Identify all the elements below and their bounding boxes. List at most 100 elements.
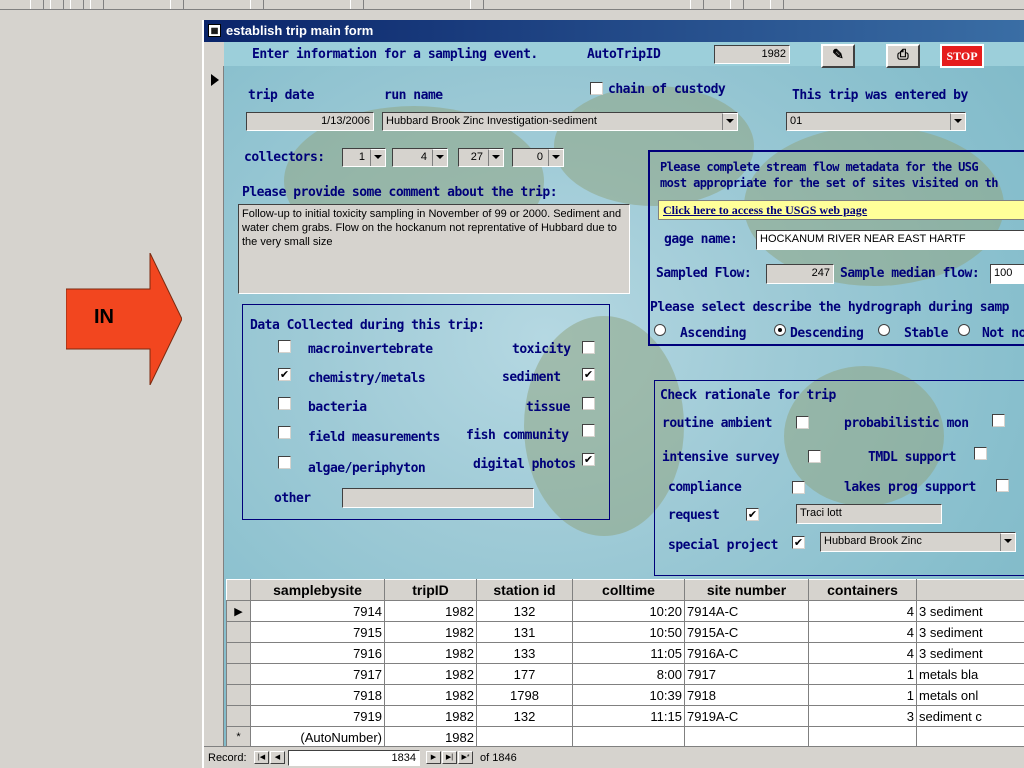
toolbar-button[interactable]	[690, 0, 704, 9]
table-cell[interactable]: 131	[476, 621, 573, 643]
row-selector[interactable]	[226, 663, 251, 685]
table-cell[interactable]: 4	[808, 621, 917, 643]
column-header-samplebysite[interactable]: samplebysite	[250, 579, 385, 601]
row-selector[interactable]	[226, 684, 251, 706]
table-cell[interactable]: 1982	[384, 663, 477, 685]
toxicity-checkbox[interactable]	[582, 341, 595, 354]
table-cell[interactable]: 8:00	[572, 663, 685, 685]
toolbar-button[interactable]	[470, 0, 484, 9]
descending-radio[interactable]	[774, 324, 786, 336]
table-cell[interactable]: 1982	[384, 684, 477, 706]
column-header-site-number[interactable]: site number	[684, 579, 809, 601]
table-cell[interactable]: 132	[476, 705, 573, 727]
table-cell[interactable]: 7916A-C	[684, 642, 809, 664]
collector-1-combo[interactable]: 1	[342, 148, 386, 167]
ascending-radio[interactable]	[654, 324, 666, 336]
table-cell[interactable]	[916, 726, 1024, 748]
table-cell[interactable]: 10:50	[572, 621, 685, 643]
table-cell[interactable]: 7914A-C	[684, 600, 809, 622]
table-cell[interactable]: 7918	[684, 684, 809, 706]
table-cell[interactable]: 3 sediment	[916, 600, 1024, 622]
collector-3-combo[interactable]: 27	[458, 148, 504, 167]
table-row[interactable]: 7917 1982 177 8:00 7917 1 metals bla	[226, 663, 1024, 685]
table-cell[interactable]: 7918	[250, 684, 385, 706]
chevron-down-icon[interactable]	[432, 149, 447, 166]
collector-2-combo[interactable]: 4	[392, 148, 448, 167]
entered-by-combo[interactable]: 01	[786, 112, 966, 131]
first-record-button[interactable]: |◀	[254, 751, 269, 764]
sampled-flow-field[interactable]: 247	[766, 264, 834, 284]
sediment-checkbox[interactable]: ✔	[582, 368, 595, 381]
run-name-combo[interactable]: Hubbard Brook Zinc Investigation-sedimen…	[382, 112, 738, 131]
table-cell[interactable]: 1982	[384, 705, 477, 727]
table-cell[interactable]: 7919	[250, 705, 385, 727]
compliance-checkbox[interactable]	[792, 481, 805, 494]
median-flow-field[interactable]: 100	[990, 264, 1024, 284]
lakes-support-checkbox[interactable]	[996, 479, 1009, 492]
new-record-button[interactable]: ▶*	[458, 751, 473, 764]
print-button[interactable]: ⎙	[886, 44, 920, 68]
table-cell[interactable]: 7917	[250, 663, 385, 685]
last-record-button[interactable]: ▶|	[442, 751, 457, 764]
chain-of-custody-checkbox[interactable]	[590, 82, 603, 95]
chevron-down-icon[interactable]	[548, 149, 563, 166]
record-selector[interactable]	[206, 66, 224, 746]
row-selector[interactable]: ▶	[226, 600, 251, 622]
row-selector[interactable]	[226, 621, 251, 643]
table-cell[interactable]: 3 sediment	[916, 621, 1024, 643]
table-cell[interactable]: 4	[808, 642, 917, 664]
toolbar-button[interactable]	[30, 0, 44, 9]
table-cell[interactable]	[684, 726, 809, 748]
table-cell[interactable]	[808, 726, 917, 748]
table-cell[interactable]: metals bla	[916, 663, 1024, 685]
table-cell[interactable]: 7919A-C	[684, 705, 809, 727]
table-cell[interactable]: 132	[476, 600, 573, 622]
column-header-colltime[interactable]: colltime	[572, 579, 685, 601]
macroinvertebrate-checkbox[interactable]	[278, 340, 291, 353]
table-cell[interactable]: 7917	[684, 663, 809, 685]
table-cell[interactable]: 7915A-C	[684, 621, 809, 643]
column-header-station-id[interactable]: station id	[476, 579, 573, 601]
table-cell[interactable]: 7915	[250, 621, 385, 643]
window-titlebar[interactable]: ▦ establish trip main form	[204, 20, 1024, 42]
trip-date-field[interactable]: 1/13/2006	[246, 112, 374, 131]
table-cell[interactable]: 1982	[384, 642, 477, 664]
toolbar-button[interactable]	[250, 0, 264, 9]
table-row[interactable]: 7916 1982 133 11:05 7916A-C 4 3 sediment	[226, 642, 1024, 664]
row-selector[interactable]	[226, 642, 251, 664]
algae-periphyton-checkbox[interactable]	[278, 456, 291, 469]
toolbar-button[interactable]	[350, 0, 364, 9]
table-cell[interactable]: 1	[808, 684, 917, 706]
stop-button[interactable]: STOP	[940, 44, 984, 68]
column-header-containers[interactable]: containers	[808, 579, 917, 601]
routine-ambient-checkbox[interactable]	[796, 416, 809, 429]
edit-note-button[interactable]: ✎	[821, 44, 855, 68]
toolbar-button[interactable]	[730, 0, 744, 9]
table-cell[interactable]: metals onl	[916, 684, 1024, 706]
probabilistic-checkbox[interactable]	[992, 414, 1005, 427]
table-cell[interactable]: 7916	[250, 642, 385, 664]
special-project-checkbox[interactable]: ✔	[792, 536, 805, 549]
table-cell[interactable]: 11:05	[572, 642, 685, 664]
next-record-button[interactable]: ▶	[426, 751, 441, 764]
table-cell[interactable]: 3 sediment	[916, 642, 1024, 664]
toolbar-button[interactable]	[770, 0, 784, 9]
table-row[interactable]: 7919 1982 132 11:15 7919A-C 3 sediment c	[226, 705, 1024, 727]
autotrip-field[interactable]: 1982	[714, 45, 790, 64]
table-cell[interactable]: 7914	[250, 600, 385, 622]
table-cell[interactable]	[572, 726, 685, 748]
digital-photos-checkbox[interactable]: ✔	[582, 453, 595, 466]
chevron-down-icon[interactable]	[1000, 533, 1015, 551]
table-cell[interactable]: 1982	[384, 621, 477, 643]
bacteria-checkbox[interactable]	[278, 397, 291, 410]
toolbar-button[interactable]	[170, 0, 184, 9]
chevron-down-icon[interactable]	[488, 149, 503, 166]
request-checkbox[interactable]: ✔	[746, 508, 759, 521]
other-field[interactable]	[342, 488, 534, 508]
fish-community-checkbox[interactable]	[582, 424, 595, 437]
tmdl-support-checkbox[interactable]	[974, 447, 987, 460]
chevron-down-icon[interactable]	[950, 113, 965, 130]
table-cell[interactable]: 133	[476, 642, 573, 664]
column-header-tripid[interactable]: tripID	[384, 579, 477, 601]
field-measurements-checkbox[interactable]	[278, 426, 291, 439]
